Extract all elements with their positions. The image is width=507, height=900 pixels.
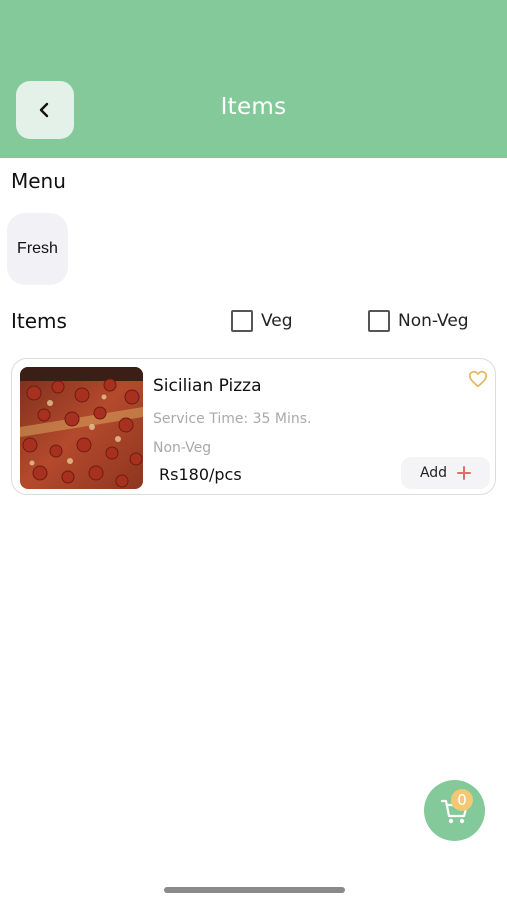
veg-filter-label: Veg — [261, 311, 293, 331]
items-heading: Items — [11, 309, 67, 333]
add-to-cart-button[interactable]: Add — [401, 457, 490, 489]
item-card[interactable]: Sicilian Pizza Service Time: 35 Mins. No… — [11, 358, 496, 495]
non-veg-checkbox[interactable] — [368, 310, 390, 332]
home-indicator[interactable] — [164, 887, 345, 893]
heart-icon[interactable] — [468, 370, 488, 392]
cart-button[interactable]: 0 — [424, 780, 485, 841]
veg-filter[interactable]: Veg — [231, 310, 293, 332]
plus-icon — [457, 466, 472, 480]
non-veg-filter-label: Non-Veg — [398, 311, 469, 331]
menu-chip-fresh[interactable]: Fresh — [7, 213, 68, 285]
add-button-label: Add — [419, 465, 448, 481]
menu-heading: Menu — [11, 169, 66, 193]
veg-checkbox[interactable] — [231, 310, 253, 332]
item-type: Non-Veg — [153, 440, 212, 456]
menu-chip-label: Fresh — [17, 240, 58, 257]
non-veg-filter[interactable]: Non-Veg — [368, 310, 469, 332]
page-title: Items — [220, 94, 287, 120]
app-header: Items — [0, 0, 507, 158]
cart-count-badge: 0 — [451, 789, 473, 811]
item-price: Rs180/pcs — [159, 465, 242, 484]
item-service-time: Service Time: 35 Mins. — [153, 411, 312, 427]
pizza-image — [20, 367, 143, 489]
item-name: Sicilian Pizza — [153, 376, 262, 396]
